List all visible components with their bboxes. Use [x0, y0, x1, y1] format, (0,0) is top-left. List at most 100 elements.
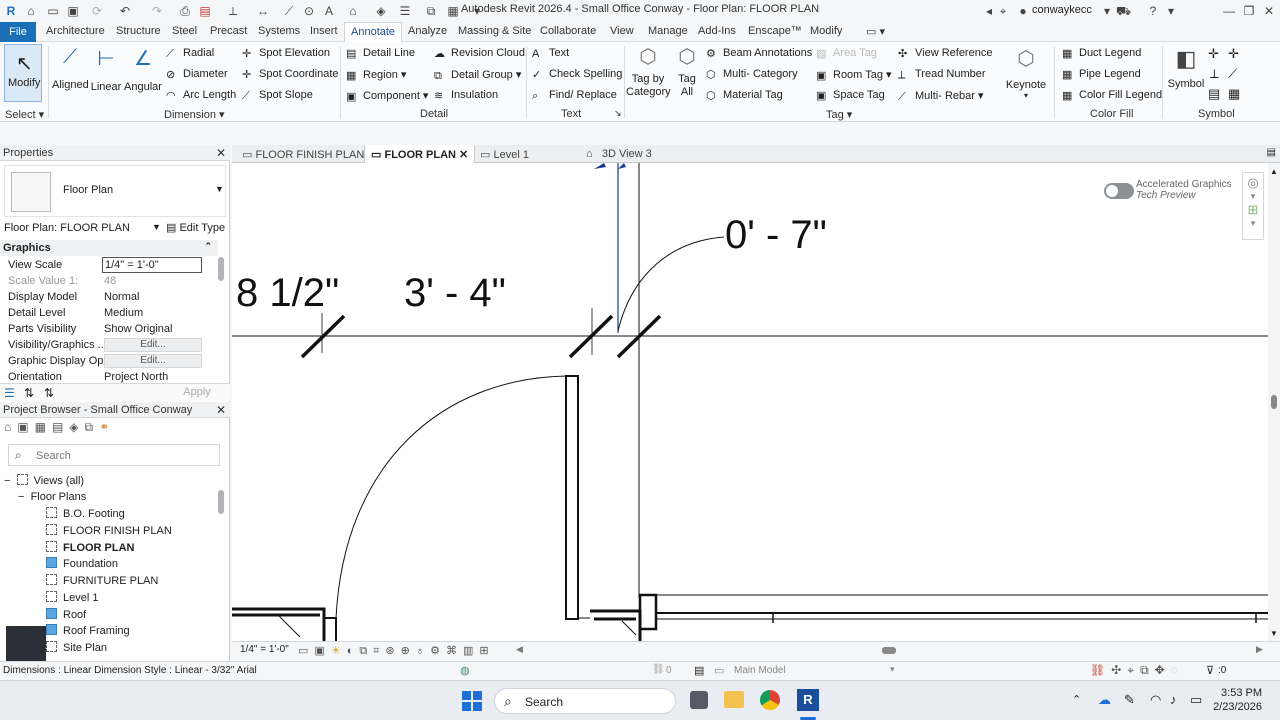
fabric-reinforcement-icon[interactable]: ▦ [1228, 86, 1240, 102]
dimension-text-3-4[interactable]: 3' - 4" [404, 271, 506, 316]
scroll-up-icon[interactable]: ▲ [1270, 167, 1278, 176]
crop-view-icon[interactable]: ⧉ [359, 645, 373, 657]
span-direction-icon[interactable]: ✛ [1208, 46, 1219, 62]
tab-floor-finish-plan[interactable]: ▭ FLOOR FINISH PLAN [236, 145, 370, 163]
tab-massing-site[interactable]: Massing & Site [458, 25, 531, 37]
tab-floor-plan[interactable]: ▭ FLOOR PLAN ✕ [364, 145, 476, 163]
user-icon[interactable]: ● [1016, 4, 1030, 18]
spot-coordinate-button[interactable]: ✛ Spot Coordinate [242, 68, 339, 81]
aligned-button[interactable]: ⟋ Aligned [52, 46, 89, 91]
beam-system-icon[interactable]: ✛ [1228, 46, 1239, 62]
select-by-face-icon[interactable]: ⧉ [1140, 663, 1155, 677]
back-icon[interactable]: ◂ [982, 4, 996, 18]
panel-toggle-icon[interactable]: ▭ ▾ [866, 25, 885, 38]
link-icon[interactable]: ⚭ [99, 420, 115, 434]
tab-3d-view-3[interactable]: ⌂ 3D View 3 [580, 145, 658, 163]
minimize-icon[interactable]: — [1222, 4, 1236, 18]
tab-architecture[interactable]: Architecture [46, 25, 105, 37]
steering-wheel-icon[interactable]: ◎ [1243, 175, 1263, 191]
tab-systems[interactable]: Systems [258, 25, 300, 37]
sheet-icon[interactable]: ▦ [35, 420, 52, 434]
region-button[interactable]: ▦ Region ▾ [346, 68, 406, 82]
tab-view[interactable]: View [610, 25, 634, 37]
temp-hide-icon[interactable]: ⊛ [385, 645, 400, 657]
stair-path-icon[interactable]: ⟂ [1210, 66, 1219, 82]
tab-add-ins[interactable]: Add-Ins [698, 25, 736, 37]
show-crop-icon[interactable]: ⌗ [373, 645, 385, 657]
revit-taskbar-icon[interactable]: R [797, 689, 819, 711]
beam-annotations-button[interactable]: ⚙ Beam Annotations [706, 47, 812, 60]
prop-display-model[interactable]: Display Model Normal [0, 289, 218, 305]
worksharing-icon[interactable]: ⚙ [430, 645, 446, 657]
view-scale-control[interactable]: 1/4" = 1'-0" [240, 644, 289, 655]
angular-button[interactable]: ∠ Angular [124, 46, 162, 93]
family-icon[interactable]: ◈ [69, 420, 84, 434]
chevron-down-icon[interactable]: ▼ [152, 222, 161, 232]
file-explorer-icon[interactable] [724, 691, 744, 708]
task-view-icon[interactable] [690, 691, 708, 709]
view-icon[interactable]: ▣ [17, 420, 34, 434]
worksets-icon[interactable]: ▤ [694, 664, 704, 677]
tree-views-all[interactable]: − Views (all) [4, 474, 84, 487]
group-icon[interactable]: ⧉ [85, 420, 100, 434]
tab-level-1[interactable]: ▭ Level 1 [474, 145, 535, 163]
prop-graphic-display[interactable]: Graphic Display Op... Edit... [0, 353, 218, 369]
zoom-icon[interactable]: ⊞ [1243, 202, 1263, 218]
spot-slope-button[interactable]: ⟋ Spot Slope [242, 89, 313, 102]
tree-item-bo-footing[interactable]: B.O. Footing [46, 507, 125, 520]
tree-item-site-plan[interactable]: Site Plan [46, 641, 107, 654]
properties-scrollbar[interactable] [218, 257, 224, 281]
view-reference-button[interactable]: ✣ View Reference [898, 47, 992, 60]
home-icon[interactable]: ⌂ [4, 420, 17, 434]
symbol-button[interactable]: ◧ Symbol [1166, 46, 1206, 90]
text-button[interactable]: A Text [532, 47, 569, 60]
tag-by-category-button[interactable]: ⬡ Tag by Category [626, 44, 671, 99]
tab-modify[interactable]: Modify [810, 25, 842, 37]
select-links-icon[interactable]: ⛓ [1090, 663, 1111, 677]
prop-value[interactable]: Normal [104, 291, 139, 303]
onedrive-icon[interactable]: ☁ [1098, 692, 1111, 708]
keynote-button[interactable]: ⬡ Keynote ▾ [1004, 46, 1048, 100]
show-hidden-icons-icon[interactable]: ⌃ [1072, 693, 1081, 706]
scroll-right-icon[interactable]: ▶ [1256, 644, 1263, 655]
tab-insert[interactable]: Insert [310, 25, 338, 37]
help-icon[interactable]: ? [1146, 4, 1160, 18]
design-option-icon[interactable]: ▭ [714, 664, 724, 677]
color-fill-legend-button[interactable]: ▦ Color Fill Legend [1062, 89, 1162, 102]
dimension-panel-label[interactable]: Dimension ▾ [164, 108, 225, 121]
prop-visibility-graphics[interactable]: Visibility/Graphics ... Edit... [0, 337, 218, 353]
prop-value[interactable]: Project North [104, 371, 168, 383]
select-panel-label[interactable]: Select ▾ [5, 108, 44, 121]
detail-level-icon[interactable]: ▭ [298, 645, 314, 657]
tab-manage[interactable]: Manage [648, 25, 688, 37]
component-button[interactable]: ▣ Component ▾ [346, 89, 428, 103]
browser-scrollbar[interactable] [218, 490, 224, 514]
linear-button[interactable]: ⊢ Linear [90, 46, 122, 93]
reveal-hidden-icon[interactable]: ⊕ [401, 645, 416, 657]
tag-panel-label[interactable]: Tag ▾ [826, 108, 852, 121]
horizontal-scroll-thumb[interactable] [882, 647, 896, 654]
clock[interactable]: 3:53 PM 2/23/2026 [1212, 686, 1262, 714]
main-model-selector[interactable]: Main Model [734, 665, 786, 676]
duct-legend-button[interactable]: ▦ Duct Legend [1062, 47, 1141, 60]
tab-collaborate[interactable]: Collaborate [540, 25, 596, 37]
text-settings-icon[interactable]: ↘ [614, 108, 622, 119]
graphics-section-header[interactable]: Graphics ⌃ [0, 240, 218, 256]
dimension-text-0-7[interactable]: 0' - 7" [725, 213, 827, 258]
area-reinforcement-icon[interactable]: ⟋ [1228, 66, 1237, 82]
space-tag-button[interactable]: ▣ Space Tag [816, 89, 885, 102]
sort-za-icon[interactable]: ⇅ [44, 386, 54, 400]
tree-item-roof[interactable]: Roof [46, 608, 86, 621]
help-dropdown-icon[interactable]: ▾ [1164, 4, 1178, 18]
visual-style-icon[interactable]: ▣ [314, 645, 330, 657]
tab-annotate[interactable]: Annotate [344, 22, 403, 42]
mic-icon[interactable]: ✎ [1124, 692, 1135, 708]
find-replace-button[interactable]: ⌕ Find/ Replace [532, 89, 617, 102]
vertical-scrollbar[interactable]: ▲ ▼ [1268, 163, 1280, 641]
apply-button[interactable]: Apply [170, 386, 224, 400]
close-icon[interactable]: ✕ [216, 403, 226, 417]
tread-number-button[interactable]: ⟂ Tread Number [898, 68, 986, 81]
user-dropdown-icon[interactable]: ▾ [1100, 4, 1114, 18]
drawing-canvas[interactable]: 0' - 7" 8 1/2" 3' - 4" Accelerated Graph… [232, 163, 1268, 641]
wifi-icon[interactable]: ◠ [1150, 692, 1161, 708]
